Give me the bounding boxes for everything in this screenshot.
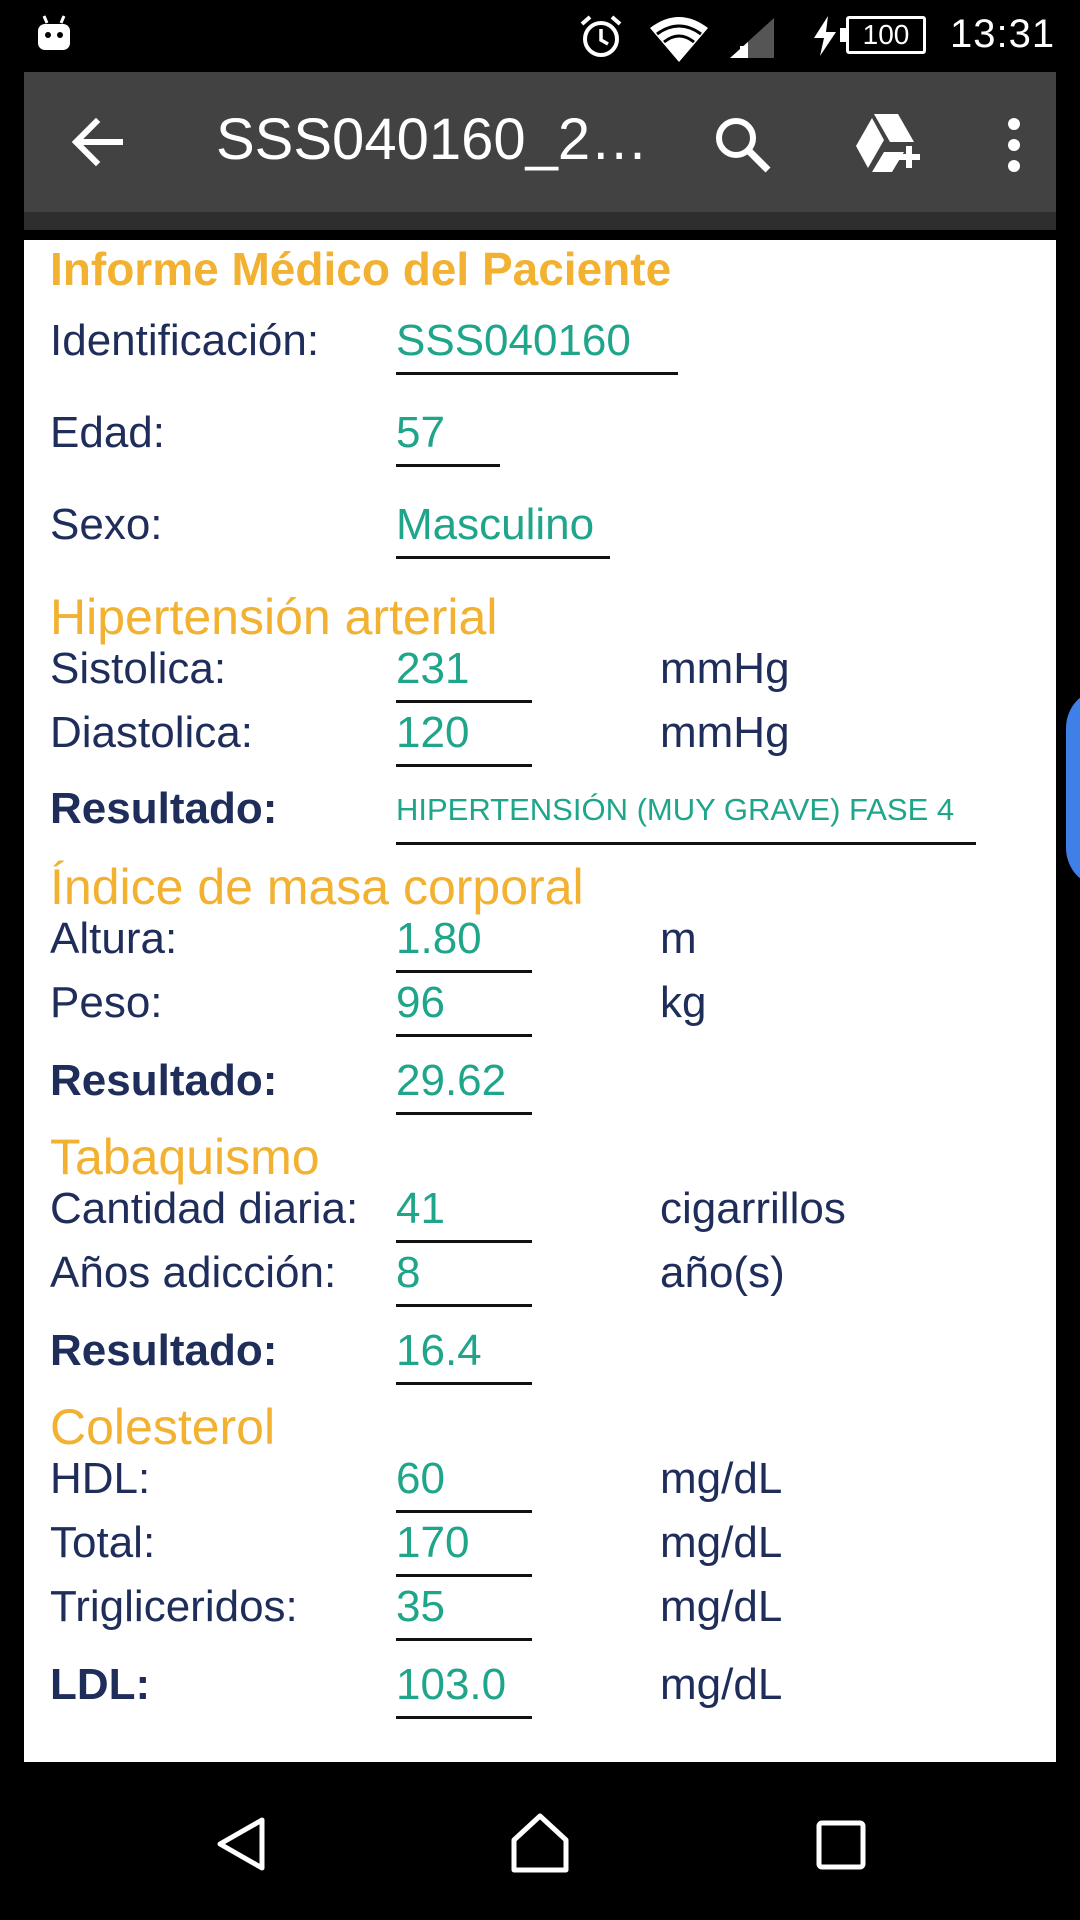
bmi-result-label: Resultado: [50,1056,278,1105]
total-label: Total: [50,1518,156,1567]
report-content: Informe Médico del Paciente Identificaci… [24,240,1056,1762]
triglycerides-unit: mg/dL [660,1582,783,1631]
navigation-bar [0,1762,1080,1920]
systolic-label: Sistolica: [50,644,227,693]
sex-value: Masculino [396,500,610,559]
bmi-result-value: 29.62 [396,1056,532,1115]
signal-icon [730,18,774,58]
diastolic-unit: mmHg [660,708,790,757]
smoking-result-label: Resultado: [50,1326,278,1375]
alarm-icon [580,15,622,57]
systolic-unit: mmHg [660,644,790,693]
hdl-label: HDL: [50,1454,151,1503]
diastolic-label: Diastolica: [50,708,253,757]
id-label: Identificación: [50,316,320,365]
bmi-heading: Índice de masa corporal [50,859,584,915]
hypertension-heading: Hipertensión arterial [50,589,498,645]
systolic-value: 231 [396,644,532,703]
hypertension-result-value: HIPERTENSIÓN (MUY GRAVE) FASE 4 [396,792,976,845]
hdl-unit: mg/dL [660,1454,783,1503]
cholesterol-heading: Colesterol [50,1399,276,1455]
daily-amount-unit: cigarrillos [660,1184,846,1233]
drive-add-icon[interactable] [852,112,922,176]
age-value: 57 [396,408,500,467]
sex-label: Sexo: [50,500,163,549]
hdl-value: 60 [396,1454,532,1513]
report-title: Informe Médico del Paciente [50,243,672,295]
hypertension-result-label: Resultado: [50,784,278,833]
nav-home-icon[interactable] [508,1810,572,1874]
nav-back-icon[interactable] [210,1814,270,1874]
smoking-heading: Tabaquismo [50,1129,320,1185]
weight-label: Peso: [50,978,163,1027]
overflow-menu-icon[interactable] [1006,116,1022,174]
battery-icon: 100 [840,16,926,54]
addiction-years-label: Años adicción: [50,1248,337,1297]
height-unit: m [660,914,697,963]
app-bar: SSS040160_2… [24,72,1056,212]
weight-value: 96 [396,978,532,1037]
addiction-years-unit: año(s) [660,1248,785,1297]
ldl-unit: mg/dL [660,1660,783,1709]
diastolic-value: 120 [396,708,532,767]
search-icon[interactable] [714,116,772,174]
addiction-years-value: 8 [396,1248,532,1307]
nav-recents-icon[interactable] [816,1820,866,1870]
triglycerides-value: 35 [396,1582,532,1641]
daily-amount-label: Cantidad diaria: [50,1184,359,1233]
status-bar: 100 13:31 [0,0,1080,72]
triglycerides-label: Trigliceridos: [50,1582,298,1631]
ldl-label: LDL: [50,1660,151,1709]
smoking-result-value: 16.4 [396,1326,532,1385]
age-label: Edad: [50,408,165,457]
weight-unit: kg [660,978,707,1027]
id-value: SSS040160 [396,316,678,375]
height-value: 1.80 [396,914,532,973]
ldl-value: 103.0 [396,1660,532,1719]
total-value: 170 [396,1518,532,1577]
back-arrow-icon[interactable] [68,112,128,172]
document-title: SSS040160_2… [216,107,649,172]
floating-action-button-edge[interactable] [1066,688,1080,888]
wifi-icon [650,17,708,62]
appbar-divider [24,212,1056,230]
height-label: Altura: [50,914,178,963]
charging-icon [814,16,836,56]
android-debug-icon [38,15,70,50]
clock: 13:31 [950,12,1056,56]
total-unit: mg/dL [660,1518,783,1567]
daily-amount-value: 41 [396,1184,532,1243]
